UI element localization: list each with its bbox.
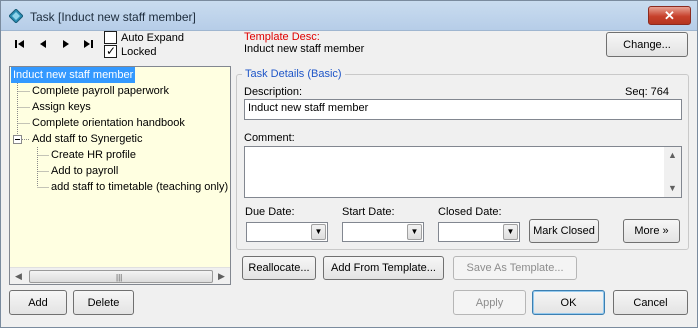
scroll-down-icon[interactable]: ▼	[664, 180, 681, 197]
locked-checkbox[interactable]: ✓	[104, 44, 117, 58]
tree-item-assign-keys[interactable]: Assign keys	[30, 99, 93, 115]
auto-expand-label: Auto Expand	[121, 31, 184, 44]
change-template-button[interactable]: Change...	[606, 32, 688, 57]
tree-item-add-to-payroll[interactable]: Add to payroll	[49, 163, 120, 179]
auto-expand-option[interactable]: Auto Expand	[104, 31, 184, 44]
app-diamond-icon	[9, 9, 23, 23]
close-button[interactable]: ✕	[648, 6, 691, 25]
comment-label: Comment:	[244, 132, 295, 144]
template-desc-value: Induct new staff member	[244, 43, 365, 55]
comment-field[interactable]: ▲ ▼	[244, 146, 682, 198]
title-bar[interactable]: Task [Induct new staff member] ✕	[1, 1, 697, 31]
description-label: Description:	[244, 86, 303, 98]
add-from-template-button[interactable]: Add From Template...	[323, 256, 444, 280]
tree-horizontal-scrollbar[interactable]: ◀ ||| ▶	[10, 267, 230, 284]
tree-item-complete-payroll[interactable]: Complete payroll paperwork	[30, 83, 171, 99]
due-date-label: Due Date:	[245, 206, 295, 218]
comment-vertical-scrollbar[interactable]: ▲ ▼	[664, 147, 681, 197]
apply-button[interactable]: Apply	[453, 290, 526, 315]
task-details-title: Task Details (Basic)	[242, 68, 345, 80]
due-date-picker[interactable]: ▼	[246, 222, 328, 242]
task-window: Task [Induct new staff member] ✕ Auto Ex…	[0, 0, 698, 328]
task-tree[interactable]: Induct new staff member Complete payroll…	[9, 66, 231, 285]
add-button[interactable]: Add	[9, 290, 67, 315]
more-button[interactable]: More »	[623, 219, 680, 243]
start-date-picker[interactable]: ▼	[342, 222, 424, 242]
scroll-right-icon[interactable]: ▶	[213, 268, 230, 284]
next-record-icon[interactable]	[59, 37, 73, 51]
locked-option[interactable]: ✓ Locked	[104, 44, 157, 58]
ok-button[interactable]: OK	[532, 290, 605, 315]
start-date-label: Start Date:	[342, 206, 395, 218]
first-record-icon[interactable]	[13, 37, 27, 51]
scroll-up-icon[interactable]: ▲	[664, 147, 681, 164]
window-title: Task [Induct new staff member]	[30, 10, 196, 24]
checkmark-icon: ✓	[106, 44, 117, 58]
description-field[interactable]: Induct new staff member	[244, 99, 682, 120]
closed-date-label: Closed Date:	[438, 206, 502, 218]
tree-item-create-hr-profile[interactable]: Create HR profile	[49, 147, 138, 163]
chevron-down-icon[interactable]: ▼	[311, 224, 326, 240]
tree-item-add-to-timetable[interactable]: add staff to timetable (teaching only)	[49, 179, 230, 195]
last-record-icon[interactable]	[81, 37, 95, 51]
mark-closed-button[interactable]: Mark Closed	[529, 219, 599, 243]
cancel-button[interactable]: Cancel	[613, 290, 688, 315]
previous-record-icon[interactable]	[36, 37, 50, 51]
template-desc-label: Template Desc:	[244, 31, 320, 43]
locked-label: Locked	[121, 45, 157, 58]
reallocate-button[interactable]: Reallocate...	[242, 256, 316, 280]
save-as-template-button[interactable]: Save As Template...	[453, 256, 577, 280]
chevron-down-icon[interactable]: ▼	[503, 224, 518, 240]
delete-button[interactable]: Delete	[73, 290, 134, 315]
auto-expand-checkbox[interactable]	[104, 31, 117, 44]
scroll-left-icon[interactable]: ◀	[10, 268, 27, 284]
close-icon: ✕	[664, 8, 675, 23]
tree-item-add-to-synergetic[interactable]: Add staff to Synergetic	[30, 131, 144, 147]
sequence-number: Seq: 764	[625, 86, 670, 98]
chevron-down-icon[interactable]: ▼	[407, 224, 422, 240]
scroll-thumb[interactable]: |||	[29, 270, 213, 283]
grip-icon: |||	[116, 273, 123, 282]
closed-date-picker[interactable]: ▼	[438, 222, 520, 242]
tree-item-induct-new-staff[interactable]: Induct new staff member	[11, 67, 136, 83]
tree-item-orientation-handbook[interactable]: Complete orientation handbook	[30, 115, 187, 131]
collapse-icon[interactable]	[13, 135, 22, 144]
